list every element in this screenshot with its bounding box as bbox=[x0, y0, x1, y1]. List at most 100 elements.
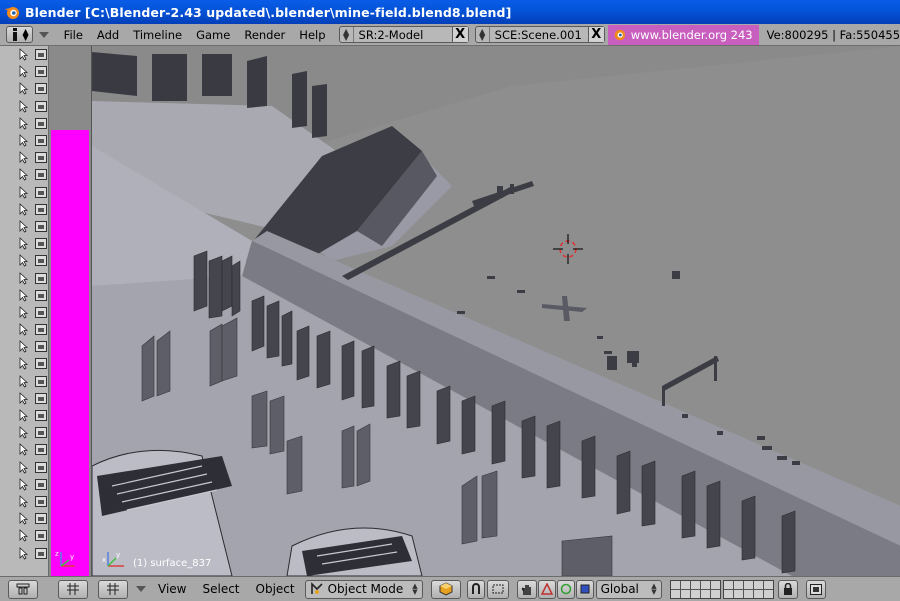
menu-timeline[interactable]: Timeline bbox=[126, 28, 189, 42]
image-icon[interactable] bbox=[35, 203, 47, 215]
outliner-row[interactable] bbox=[0, 287, 48, 304]
menu-view[interactable]: View bbox=[150, 582, 194, 596]
image-icon[interactable] bbox=[35, 358, 47, 370]
outliner-row[interactable] bbox=[0, 252, 48, 269]
outliner-row[interactable] bbox=[0, 424, 48, 441]
image-icon[interactable] bbox=[35, 530, 47, 542]
image-icon[interactable] bbox=[35, 49, 47, 61]
outliner-row[interactable] bbox=[0, 184, 48, 201]
collapse-menus-icon[interactable] bbox=[38, 31, 49, 38]
outliner-row[interactable] bbox=[0, 304, 48, 321]
outliner-row[interactable] bbox=[0, 166, 48, 183]
cursor-icon[interactable] bbox=[17, 65, 30, 78]
scene-delete-button[interactable]: X bbox=[587, 27, 604, 42]
menu-render[interactable]: Render bbox=[237, 28, 292, 42]
outliner-row[interactable] bbox=[0, 46, 48, 63]
menu-select[interactable]: Select bbox=[194, 582, 247, 596]
cursor-icon[interactable] bbox=[17, 477, 30, 491]
cursor-icon[interactable] bbox=[17, 271, 30, 285]
3d-cursor-icon[interactable] bbox=[551, 232, 585, 266]
image-icon[interactable] bbox=[35, 220, 47, 232]
outliner-row[interactable] bbox=[0, 510, 48, 527]
outliner-row[interactable] bbox=[0, 476, 48, 493]
cursor-icon[interactable] bbox=[17, 512, 30, 525]
image-icon[interactable] bbox=[35, 117, 47, 129]
image-icon[interactable] bbox=[35, 135, 47, 147]
orientation-selector[interactable]: Global ▲ ▼ bbox=[595, 579, 662, 599]
3d-viewport[interactable]: x y (1) surface_837 bbox=[91, 46, 900, 576]
scene-name[interactable]: SCE:Scene.001 bbox=[490, 28, 588, 42]
image-icon[interactable] bbox=[35, 410, 47, 422]
outliner-row[interactable] bbox=[0, 269, 48, 286]
screen-browse-field[interactable]: ▲ ▼ SR:2-Model X bbox=[338, 26, 469, 43]
lock-layers-button[interactable] bbox=[777, 579, 798, 599]
cursor-icon[interactable] bbox=[17, 426, 30, 439]
image-icon[interactable] bbox=[35, 289, 47, 301]
menu-help[interactable]: Help bbox=[292, 28, 332, 42]
image-icon[interactable] bbox=[35, 186, 47, 198]
cursor-icon[interactable] bbox=[17, 305, 30, 319]
outliner-row[interactable] bbox=[0, 459, 48, 476]
pivot-options-button[interactable] bbox=[486, 579, 509, 599]
image-icon[interactable] bbox=[35, 375, 47, 387]
cursor-icon[interactable] bbox=[17, 374, 30, 388]
outliner-row[interactable] bbox=[0, 80, 48, 97]
outliner-row[interactable] bbox=[0, 201, 48, 218]
layer-buttons-right[interactable] bbox=[722, 579, 774, 599]
outliner-row[interactable] bbox=[0, 390, 48, 407]
pivot-button[interactable] bbox=[466, 579, 485, 599]
image-icon[interactable] bbox=[35, 427, 47, 439]
menu-add[interactable]: Add bbox=[90, 28, 126, 42]
draw-type-button[interactable] bbox=[430, 579, 461, 599]
image-icon[interactable] bbox=[35, 255, 47, 267]
image-icon[interactable] bbox=[35, 495, 47, 507]
cursor-icon[interactable] bbox=[17, 443, 30, 456]
cursor-icon[interactable] bbox=[17, 116, 30, 130]
cursor-icon[interactable] bbox=[17, 254, 30, 267]
cursor-icon[interactable] bbox=[17, 99, 30, 113]
image-icon[interactable] bbox=[35, 238, 47, 250]
image-icon[interactable] bbox=[35, 272, 47, 284]
scene-browse-field[interactable]: ▲ ▼ SCE:Scene.001 X bbox=[474, 26, 605, 43]
image-icon[interactable] bbox=[35, 66, 47, 78]
outliner-row[interactable] bbox=[0, 544, 48, 561]
outliner-row[interactable] bbox=[0, 132, 48, 149]
scene-browse-arrows-icon[interactable]: ▲ ▼ bbox=[476, 27, 490, 42]
image-icon[interactable] bbox=[35, 83, 47, 95]
outliner-row[interactable] bbox=[0, 63, 48, 80]
cursor-icon[interactable] bbox=[17, 134, 30, 147]
cursor-icon[interactable] bbox=[17, 409, 30, 422]
image-icon[interactable] bbox=[35, 324, 47, 336]
collapse-menus-icon[interactable] bbox=[136, 586, 146, 592]
outliner-row[interactable] bbox=[0, 115, 48, 132]
url-text[interactable]: www.blender.org 243 bbox=[631, 28, 753, 42]
cursor-icon[interactable] bbox=[17, 185, 30, 199]
outliner-row[interactable] bbox=[0, 493, 48, 510]
screen-name[interactable]: SR:2-Model bbox=[354, 28, 452, 42]
image-icon[interactable] bbox=[35, 513, 47, 525]
image-icon[interactable] bbox=[35, 341, 47, 353]
mode-selector[interactable]: Object Mode ▲ ▼ bbox=[304, 579, 423, 599]
image-icon[interactable] bbox=[35, 478, 47, 490]
menu-object[interactable]: Object bbox=[248, 582, 303, 596]
outliner-row[interactable] bbox=[0, 407, 48, 424]
render-preview-button[interactable] bbox=[805, 579, 826, 599]
view-type-button-left[interactable] bbox=[58, 579, 88, 599]
cursor-icon[interactable] bbox=[17, 495, 30, 508]
cursor-icon[interactable] bbox=[17, 151, 30, 164]
image-icon[interactable] bbox=[35, 547, 47, 559]
mode-label[interactable]: Object Mode bbox=[328, 582, 404, 596]
screen-delete-button[interactable]: X bbox=[451, 27, 468, 42]
menu-game[interactable]: Game bbox=[189, 28, 237, 42]
outliner-row[interactable] bbox=[0, 235, 48, 252]
blender-url-link[interactable]: www.blender.org 243 bbox=[607, 24, 759, 45]
image-icon[interactable] bbox=[35, 152, 47, 164]
outliner-row[interactable] bbox=[0, 149, 48, 166]
image-icon[interactable] bbox=[35, 444, 47, 456]
cursor-icon[interactable] bbox=[17, 357, 30, 371]
cursor-icon[interactable] bbox=[17, 460, 30, 474]
cursor-icon[interactable] bbox=[17, 323, 30, 336]
cursor-icon[interactable] bbox=[17, 237, 30, 250]
cursor-icon[interactable] bbox=[17, 391, 30, 405]
image-icon[interactable] bbox=[35, 392, 47, 404]
